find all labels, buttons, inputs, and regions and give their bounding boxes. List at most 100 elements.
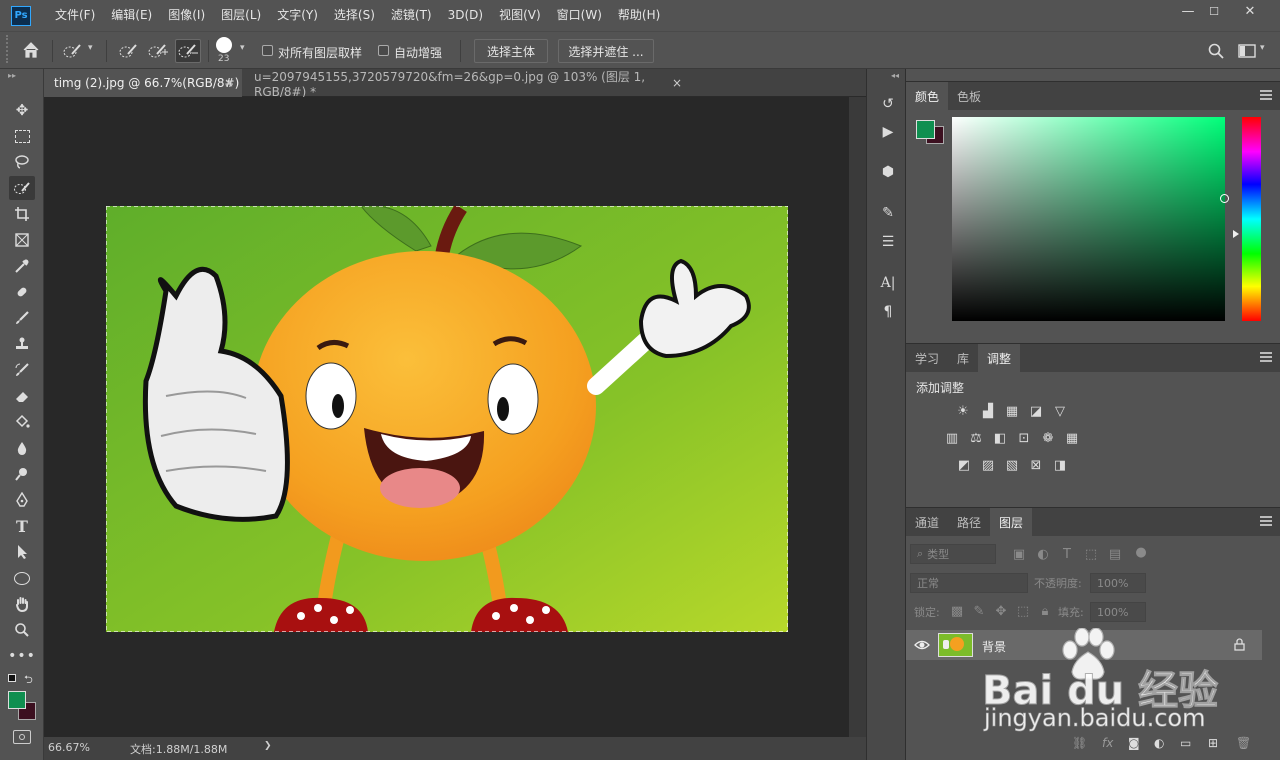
blur-tool-icon[interactable]: [9, 436, 35, 460]
vibrance-icon[interactable]: ▽: [1051, 403, 1069, 419]
fill-field[interactable]: 100%: [1090, 602, 1146, 622]
tab-learn[interactable]: 学习: [906, 344, 948, 372]
brush-preview[interactable]: [216, 37, 232, 53]
color-field[interactable]: [952, 117, 1229, 321]
menu-help[interactable]: 帮助(H): [610, 0, 668, 31]
more-tools-icon[interactable]: •••: [8, 644, 35, 668]
menu-file[interactable]: 文件(F): [47, 0, 103, 31]
delete-layer-icon[interactable]: 🗑︎: [1236, 736, 1251, 750]
lasso-tool-icon[interactable]: [9, 150, 35, 174]
actions-play-icon[interactable]: ▶: [877, 121, 899, 143]
chevron-down-icon[interactable]: ▾: [240, 43, 245, 53]
tab-second-document[interactable]: u=2097945155,3720579720&fm=26&gp=0.jpg @…: [244, 69, 690, 99]
chevron-down-icon[interactable]: ▾: [88, 43, 93, 53]
blend-mode-select[interactable]: 正常: [910, 573, 1028, 593]
sample-all-layers-checkbox[interactable]: [262, 45, 273, 56]
eye-icon[interactable]: [914, 638, 930, 652]
menu-filter[interactable]: 滤镜(T): [383, 0, 440, 31]
lock-artboard-icon[interactable]: ⬚: [1014, 603, 1032, 619]
menu-edit[interactable]: 编辑(E): [103, 0, 160, 31]
ellipse-tool-icon[interactable]: [9, 566, 35, 590]
frame-tool-icon[interactable]: [9, 228, 35, 252]
close-tab-icon[interactable]: ×: [672, 76, 682, 90]
3d-cube-icon[interactable]: ⬢: [877, 161, 899, 183]
color-picker-handle[interactable]: [1220, 194, 1229, 203]
expand-arrows-icon[interactable]: ◂◂: [891, 71, 899, 80]
hue-saturation-icon[interactable]: ▥: [943, 430, 961, 446]
filter-toggle-icon[interactable]: ●: [1132, 544, 1150, 560]
collapse-arrows-icon[interactable]: ▸▸: [8, 71, 16, 80]
lock-all-icon[interactable]: 🔒︎: [1036, 603, 1054, 619]
hue-slider[interactable]: [1242, 117, 1261, 321]
lock-transparent-icon[interactable]: ▩: [948, 603, 966, 619]
eyedropper-tool-icon[interactable]: [9, 254, 35, 278]
select-subject-button[interactable]: 选择主体: [474, 39, 548, 63]
shape-filter-icon[interactable]: ⬚: [1082, 546, 1100, 562]
photo-filter-icon[interactable]: ⊡: [1015, 430, 1033, 446]
fx-icon[interactable]: fx: [1102, 736, 1113, 750]
brush-tool-icon[interactable]: [9, 306, 35, 330]
tab-color[interactable]: 颜色: [906, 82, 949, 110]
tab-libraries[interactable]: 库: [948, 344, 978, 372]
link-layers-icon[interactable]: ⛓: [1072, 736, 1087, 750]
zoom-level[interactable]: 66.67%: [48, 741, 90, 754]
crop-tool-icon[interactable]: [9, 202, 35, 226]
default-colors-icon[interactable]: [8, 674, 16, 682]
channel-mixer-icon[interactable]: ❁: [1039, 430, 1057, 446]
swap-colors-icon[interactable]: ⮌: [24, 671, 33, 690]
selective-color-icon[interactable]: ⊠: [1027, 457, 1045, 473]
panel-menu-icon[interactable]: [1260, 352, 1272, 362]
pen-tool-icon[interactable]: [9, 488, 35, 512]
dodge-tool-icon[interactable]: [9, 462, 35, 486]
curves-icon[interactable]: ▦: [1003, 403, 1021, 419]
hand-tool-icon[interactable]: [9, 592, 35, 616]
black-white-icon[interactable]: ◧: [991, 430, 1009, 446]
paint-bucket-tool-icon[interactable]: [9, 410, 35, 434]
add-mask-icon[interactable]: ◙: [1128, 736, 1140, 750]
history-brush-tool-icon[interactable]: [9, 358, 35, 382]
marquee-tool-icon[interactable]: [9, 124, 35, 148]
menu-type[interactable]: 文字(Y): [269, 0, 326, 31]
menu-select[interactable]: 选择(S): [326, 0, 383, 31]
history-icon[interactable]: ↺: [877, 93, 899, 115]
clone-stamp-tool-icon[interactable]: [9, 332, 35, 356]
type-filter-icon[interactable]: T: [1058, 546, 1076, 562]
chevron-down-icon[interactable]: ▾: [1260, 43, 1265, 53]
paragraph-icon[interactable]: ¶: [877, 301, 899, 323]
tab-adjustments[interactable]: 调整: [978, 344, 1021, 372]
maximize-button[interactable]: ☐: [1198, 0, 1230, 22]
invert-icon[interactable]: ◩: [955, 457, 973, 473]
layer-filter-select[interactable]: ⌕ 类型: [910, 544, 996, 564]
lock-image-icon[interactable]: ✎: [970, 603, 988, 619]
options-grip[interactable]: [6, 35, 20, 63]
color-lookup-icon[interactable]: ▦: [1063, 430, 1081, 446]
character-icon[interactable]: A|: [877, 272, 899, 294]
menu-window[interactable]: 窗口(W): [549, 0, 610, 31]
menu-view[interactable]: 视图(V): [491, 0, 549, 31]
canvas-area[interactable]: [44, 97, 849, 737]
vertical-scrollbar[interactable]: [849, 97, 866, 737]
panel-menu-icon[interactable]: [1260, 90, 1272, 100]
workspace-icon[interactable]: [1238, 44, 1256, 58]
tab-layers[interactable]: 图层: [990, 508, 1033, 536]
exposure-icon[interactable]: ◪: [1027, 403, 1045, 419]
path-selection-tool-icon[interactable]: [9, 540, 35, 564]
brightness-contrast-icon[interactable]: ☀: [954, 403, 972, 419]
zoom-tool-icon[interactable]: [9, 618, 35, 642]
add-to-selection-icon[interactable]: [147, 42, 169, 60]
lock-position-icon[interactable]: ✥: [992, 603, 1010, 619]
close-tab-icon[interactable]: ×: [224, 76, 234, 90]
eraser-tool-icon[interactable]: [9, 384, 35, 408]
panel-menu-icon[interactable]: [1260, 516, 1272, 526]
tab-timg[interactable]: timg (2).jpg @ 66.7%(RGB/8#) ×: [44, 69, 242, 97]
posterize-icon[interactable]: ▨: [979, 457, 997, 473]
opacity-field[interactable]: 100%: [1090, 573, 1146, 593]
auto-enhance-checkbox[interactable]: [378, 45, 389, 56]
new-adjustment-layer-icon[interactable]: ◐: [1154, 736, 1164, 750]
foreground-color-swatch[interactable]: [916, 120, 935, 139]
search-icon[interactable]: [1208, 43, 1224, 59]
select-and-mask-button[interactable]: 选择并遮住 ...: [558, 39, 654, 63]
quick-selection-tool-icon[interactable]: [9, 176, 35, 200]
layer-row[interactable]: 背景: [906, 630, 1262, 660]
type-tool-icon[interactable]: T: [9, 514, 35, 538]
